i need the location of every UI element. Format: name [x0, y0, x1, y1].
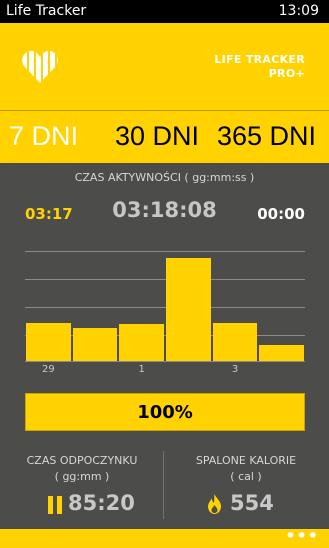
brand-line-2: PRO+ [268, 67, 305, 80]
app-header: LIFE TRACKER PRO+ [0, 23, 329, 110]
range-7-days[interactable]: 7 DNI [9, 121, 78, 152]
progress-label: 100% [137, 402, 193, 423]
rest-value: 85:20 [68, 491, 135, 515]
range-30-days[interactable]: 30 DNI [115, 121, 199, 152]
x-tick-label: 3 [231, 364, 239, 375]
pause-icon [48, 496, 63, 514]
activity-title: CZAS AKTYWNOŚCI ( gg:mm:ss ) [74, 171, 255, 184]
gridline [25, 279, 305, 280]
clock: 13:09 [278, 3, 319, 19]
calories-title: SPALONE KALORIE [195, 454, 297, 467]
rest-title-block: CZAS ODPOCZYNKU ( gg:mm ) [0, 453, 164, 485]
app-title: Life Tracker [6, 3, 87, 19]
status-bar: Life Tracker 13:09 [0, 0, 329, 23]
calories-title-block: SPALONE KALORIE ( cal ) [164, 453, 328, 485]
calories-unit: ( cal ) [230, 470, 262, 483]
rest-unit: ( gg:mm ) [54, 470, 110, 483]
x-tick-label: 29 [41, 364, 55, 375]
chart-bar [212, 323, 258, 361]
x-tick-label: 1 [138, 364, 145, 375]
flame-icon [208, 494, 221, 514]
progress-bar: 100% [25, 393, 305, 431]
chart-bar [119, 324, 164, 361]
activity-chart: 29 1 3 [25, 233, 305, 375]
calories-value: 554 [230, 491, 274, 515]
brand-title: LIFE TRACKER PRO+ [214, 53, 305, 81]
app-bar: ••• [0, 526, 329, 548]
heart-bars-icon [22, 50, 58, 84]
brand-line-1: LIFE TRACKER [214, 53, 305, 66]
range-selector: 7 DNI 30 DNI 365 DNI [0, 110, 329, 163]
gridline [25, 251, 305, 252]
activity-right-value: 00:00 [257, 205, 305, 223]
stats-panel: CZAS AKTYWNOŚCI ( gg:mm:ss ) 03:17 03:18… [0, 163, 329, 529]
gridline [25, 307, 305, 308]
chart-bar [26, 323, 71, 361]
chart-bar [259, 345, 304, 361]
chart-baseline [25, 361, 305, 362]
range-365-days[interactable]: 365 DNI [217, 121, 316, 152]
chart-bar [72, 328, 118, 361]
rest-title: CZAS ODPOCZYNKU [26, 454, 138, 467]
chart-bar [166, 258, 211, 361]
more-button[interactable]: ••• [285, 526, 319, 545]
